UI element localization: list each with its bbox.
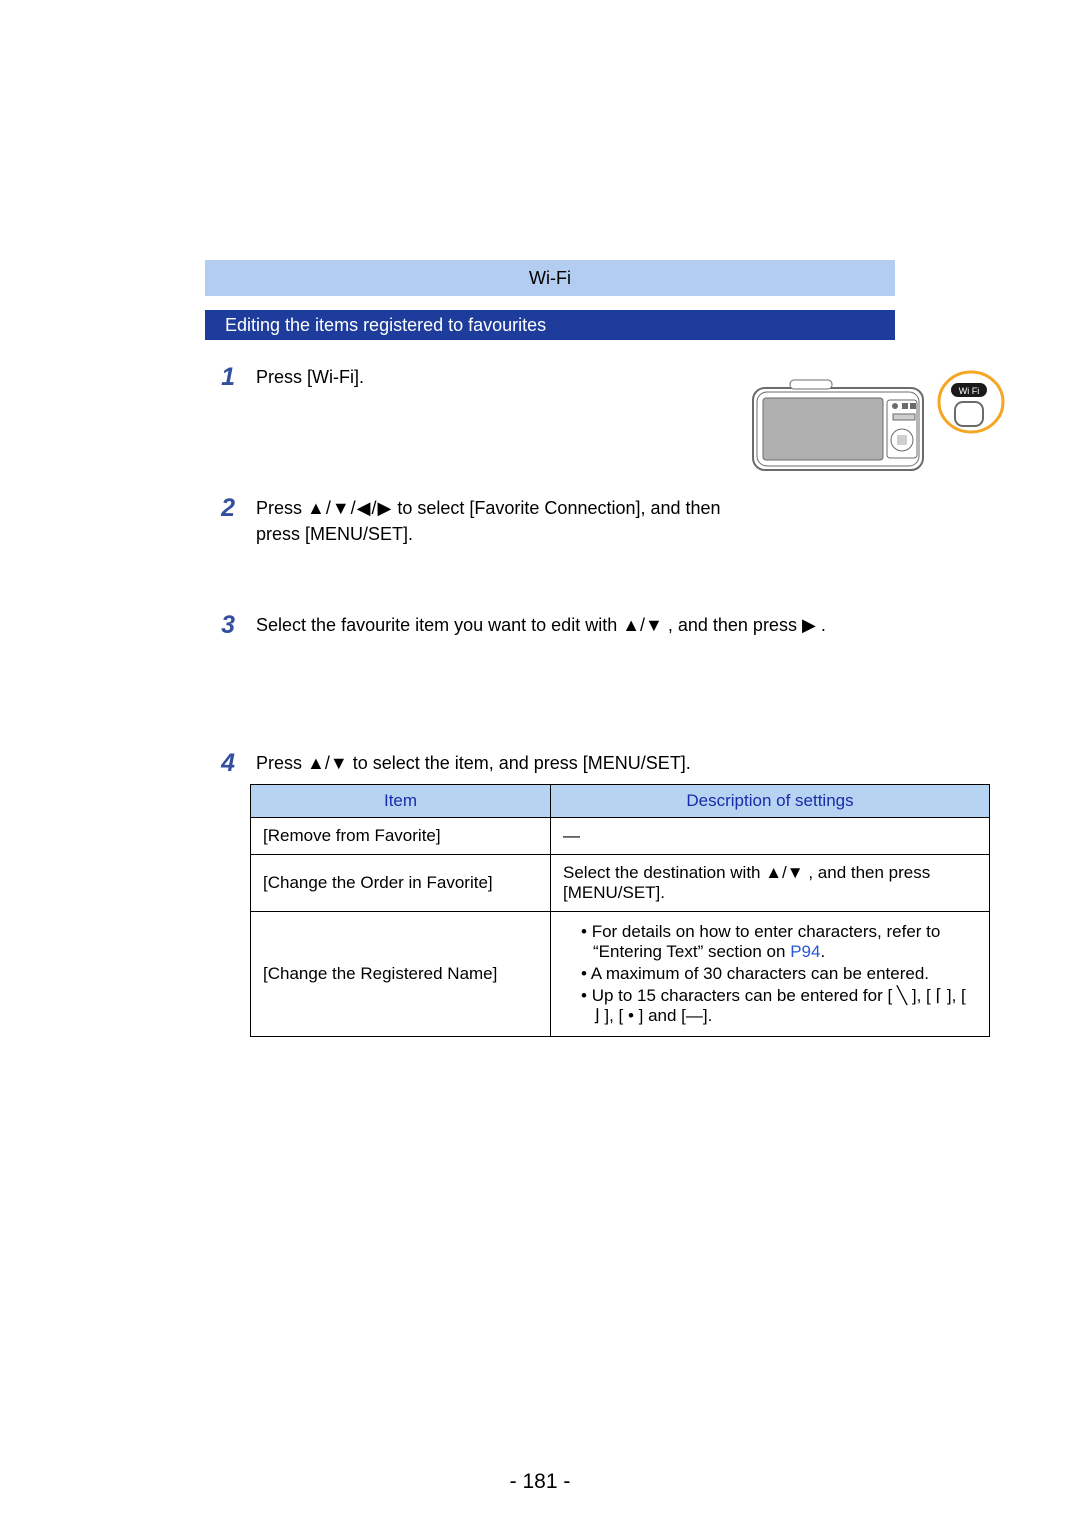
page: Wi-Fi Editing the items registered to fa… [0,0,1080,1526]
wifi-icon: Wi Fi [959,386,980,396]
table-row: [Change the Registered Name] For details… [251,912,990,1037]
step-2-number: 2 [207,495,235,521]
step-4-pre: Press [256,753,307,773]
th-item: Item [251,785,551,818]
step-1-text: Press [Wi-Fi]. [256,364,364,390]
updown-icon: ▲/▼ [765,863,803,882]
step-2-text: Press ▲/▼/◀/▶ to select [Favorite Connec… [256,495,766,547]
cell-item-name: [Change the Registered Name] [251,912,551,1037]
step-4-mid: to select the item, and press [MENU/SET]… [353,753,691,773]
step-2: 2 Press ▲/▼/◀/▶ to select [Favorite Conn… [207,495,766,547]
order-pre: Select the destination with [563,863,765,882]
name-b1b: . [820,942,825,961]
table-row: [Remove from Favorite] — [251,818,990,855]
step-1-number: 1 [207,364,235,390]
step-1: 1 Press [Wi-Fi]. [207,364,364,390]
step-3-pre: Select the favourite item you want to ed… [256,615,622,635]
step-4-number: 4 [207,750,235,776]
cell-desc-name: For details on how to enter characters, … [551,912,990,1037]
list-item: A maximum of 30 characters can be entere… [581,964,977,984]
section-header: Wi-Fi [205,260,895,296]
link-p94[interactable]: P94 [790,942,820,961]
cell-desc-remove: — [551,818,990,855]
sub-header: Editing the items registered to favourit… [205,310,895,340]
step-3-text: Select the favourite item you want to ed… [256,612,826,638]
camera-illustration: Wi Fi [745,370,1005,480]
section-header-text: Wi-Fi [529,268,571,289]
settings-table: Item Description of settings [Remove fro… [250,784,990,1037]
list-item: For details on how to enter characters, … [581,922,977,962]
page-number: - 181 - [0,1470,1080,1494]
step-3-end: . [821,615,826,635]
step-2-pre: Press [256,498,307,518]
step-3-number: 3 [207,612,235,638]
step-3: 3 Select the favourite item you want to … [207,612,826,638]
cell-item-order: [Change the Order in Favorite] [251,855,551,912]
dpad-icon: ▲/▼/◀/▶ [307,498,392,518]
cell-item-remove: [Remove from Favorite] [251,818,551,855]
table-header-row: Item Description of settings [251,785,990,818]
table-row: [Change the Order in Favorite] Select th… [251,855,990,912]
updown-icon: ▲/▼ [307,753,348,773]
step-4-text: Press ▲/▼ to select the item, and press … [256,750,691,776]
right-icon: ▶ [802,615,816,635]
step-4: 4 Press ▲/▼ to select the item, and pres… [207,750,691,776]
name-b1a: For details on how to enter characters, … [592,922,941,961]
step-3-mid: , and then press [668,615,802,635]
list-item: Up to 15 characters can be entered for [… [581,986,977,1026]
sub-header-text: Editing the items registered to favourit… [225,315,546,336]
th-desc: Description of settings [551,785,990,818]
cell-desc-order: Select the destination with ▲/▼ , and th… [551,855,990,912]
updown-icon: ▲/▼ [622,615,663,635]
